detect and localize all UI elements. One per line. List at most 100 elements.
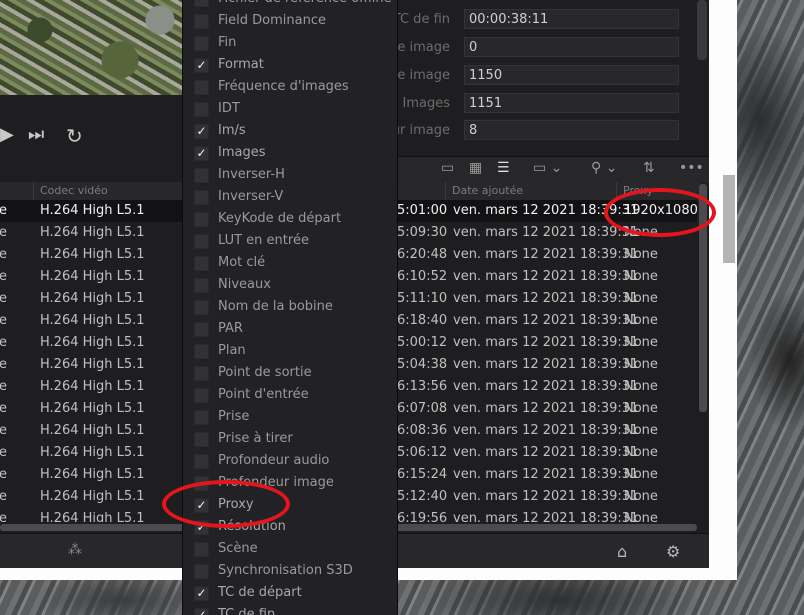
menu-item-column-toggle[interactable]: Scène	[183, 538, 397, 560]
checkbox-unchecked-icon[interactable]	[194, 80, 209, 95]
menu-item-column-toggle[interactable]: Point de sortie	[183, 362, 397, 384]
checkbox-checked-icon[interactable]: ✓	[194, 124, 209, 139]
checkbox-unchecked-icon[interactable]	[194, 344, 209, 359]
list-view-icon[interactable]: ☰	[497, 160, 510, 176]
menu-item-column-toggle[interactable]: KeyKode de départ	[183, 208, 397, 230]
column-codec[interactable]: Codec vidéo	[40, 184, 108, 197]
checkbox-unchecked-icon[interactable]	[194, 0, 209, 7]
row-name-cell: e	[0, 379, 7, 394]
next-clip-icon[interactable]: ⏭	[28, 124, 44, 145]
timeline-view-icon[interactable]: ▭ ⌄	[533, 160, 562, 176]
row-name-cell: e	[0, 291, 7, 306]
menu-item-column-toggle[interactable]: Prise à tirer	[183, 428, 397, 450]
checkbox-checked-icon[interactable]: ✓	[194, 608, 209, 615]
info-field-value[interactable]: 8	[464, 120, 679, 140]
row-name-cell: e	[0, 467, 7, 482]
date-added-cell: ven. mars 12 2021 18:39:31	[453, 401, 639, 416]
checkbox-unchecked-icon[interactable]	[194, 168, 209, 183]
menu-item-label: TC de fin	[218, 607, 276, 615]
menu-item-column-toggle[interactable]: IDT	[183, 98, 397, 120]
row-name-cell: e	[0, 423, 7, 438]
menu-item-column-toggle[interactable]: Plan	[183, 340, 397, 362]
menu-item-column-toggle[interactable]: ✓ TC de fin	[183, 604, 397, 615]
checkbox-unchecked-icon[interactable]	[194, 14, 209, 29]
info-field-value[interactable]: 1150	[464, 65, 679, 85]
loop-icon[interactable]: ↻	[66, 124, 83, 148]
menu-item-column-toggle[interactable]: ✓ Format	[183, 54, 397, 76]
checkbox-unchecked-icon[interactable]	[194, 564, 209, 579]
checkbox-unchecked-icon[interactable]	[194, 234, 209, 249]
search-icon[interactable]: ⚲ ⌄	[591, 160, 617, 176]
codec-cell: H.264 High L5.1	[40, 511, 145, 522]
menu-item-column-toggle[interactable]: Nom de la bobine	[183, 296, 397, 318]
info-field: Images 1151	[397, 93, 687, 115]
menu-item-column-toggle[interactable]: Fin	[183, 32, 397, 54]
info-field-value[interactable]: 0	[464, 37, 679, 57]
proxy-cell: None	[624, 423, 658, 438]
checkbox-unchecked-icon[interactable]	[194, 432, 209, 447]
menu-item-column-toggle[interactable]: Inverser-H	[183, 164, 397, 186]
menu-item-column-toggle[interactable]: ✓ Images	[183, 142, 397, 164]
checkbox-checked-icon[interactable]: ✓	[194, 146, 209, 161]
checkbox-unchecked-icon[interactable]	[194, 256, 209, 271]
more-icon[interactable]: •••	[679, 160, 704, 176]
play-icon[interactable]: ▶	[0, 124, 14, 145]
thumbnail-view-icon[interactable]: ▦	[469, 160, 482, 176]
checkbox-unchecked-icon[interactable]	[194, 410, 209, 425]
metadata-view-icon[interactable]: ▭	[441, 160, 454, 176]
checkbox-unchecked-icon[interactable]	[194, 278, 209, 293]
date-added-cell: ven. mars 12 2021 18:39:31	[453, 489, 639, 504]
info-field-value[interactable]: 00:00:38:11	[464, 9, 679, 29]
menu-item-column-toggle[interactable]: LUT en entrée	[183, 230, 397, 252]
codec-cell: H.264 High L5.1	[40, 489, 145, 504]
proxy-cell: None	[624, 401, 658, 416]
menu-item-label: Field Dominance	[218, 13, 326, 28]
checkbox-checked-icon[interactable]: ✓	[194, 58, 209, 73]
row-name-cell: e	[0, 247, 7, 262]
info-scrollbar[interactable]	[697, 0, 707, 60]
menu-item-column-toggle[interactable]: PAR	[183, 318, 397, 340]
proxy-cell: None	[624, 291, 658, 306]
checkbox-unchecked-icon[interactable]	[194, 212, 209, 227]
checkbox-checked-icon[interactable]: ✓	[194, 586, 209, 601]
menu-item-column-toggle[interactable]: ✓ Im/s	[183, 120, 397, 142]
column-date[interactable]: Date ajoutée	[452, 184, 523, 197]
checkbox-unchecked-icon[interactable]	[194, 366, 209, 381]
settings-icon[interactable]: ⚙	[666, 542, 680, 561]
menu-item-label: Profondeur audio	[218, 453, 330, 468]
menu-item-column-toggle[interactable]: Fichier de référence offline	[183, 0, 397, 10]
proxy-cell: None	[624, 357, 658, 372]
menu-item-label: Fréquence d'images	[218, 79, 349, 94]
sort-icon[interactable]: ⇅	[643, 160, 655, 176]
column-separator	[445, 182, 446, 201]
menu-item-column-toggle[interactable]: Point d'entrée	[183, 384, 397, 406]
checkbox-unchecked-icon[interactable]	[194, 300, 209, 315]
menu-item-column-toggle[interactable]: Profondeur audio	[183, 450, 397, 472]
info-field-value[interactable]: 1151	[464, 93, 679, 113]
menu-item-label: Inverser-H	[218, 167, 285, 182]
home-icon[interactable]: ⌂	[617, 542, 627, 561]
window-scrollbar[interactable]	[723, 175, 735, 263]
checkbox-unchecked-icon[interactable]	[194, 542, 209, 557]
menu-item-column-toggle[interactable]: Synchronisation S3D	[183, 560, 397, 582]
timecode-cell: 5:01:00	[397, 203, 448, 218]
checkbox-unchecked-icon[interactable]	[194, 454, 209, 469]
row-name-cell: e	[0, 225, 7, 240]
checkbox-unchecked-icon[interactable]	[194, 190, 209, 205]
menu-item-label: Nom de la bobine	[218, 299, 333, 314]
menu-item-label: PAR	[218, 321, 243, 336]
checkbox-unchecked-icon[interactable]	[194, 388, 209, 403]
checkbox-unchecked-icon[interactable]	[194, 102, 209, 117]
codec-cell: H.264 High L5.1	[40, 423, 145, 438]
checkbox-unchecked-icon[interactable]	[194, 322, 209, 337]
menu-item-column-toggle[interactable]: Fréquence d'images	[183, 76, 397, 98]
menu-item-column-toggle[interactable]: Mot clé	[183, 252, 397, 274]
menu-item-column-toggle[interactable]: Prise	[183, 406, 397, 428]
menu-item-column-toggle[interactable]: ✓ TC de départ	[183, 582, 397, 604]
menu-item-column-toggle[interactable]: Niveaux	[183, 274, 397, 296]
checkbox-unchecked-icon[interactable]	[194, 36, 209, 51]
menu-item-column-toggle[interactable]: Field Dominance	[183, 10, 397, 32]
menu-item-column-toggle[interactable]: Inverser-V	[183, 186, 397, 208]
date-added-cell: ven. mars 12 2021 18:39:31	[453, 379, 639, 394]
date-added-cell: ven. mars 12 2021 18:39:31	[453, 313, 639, 328]
